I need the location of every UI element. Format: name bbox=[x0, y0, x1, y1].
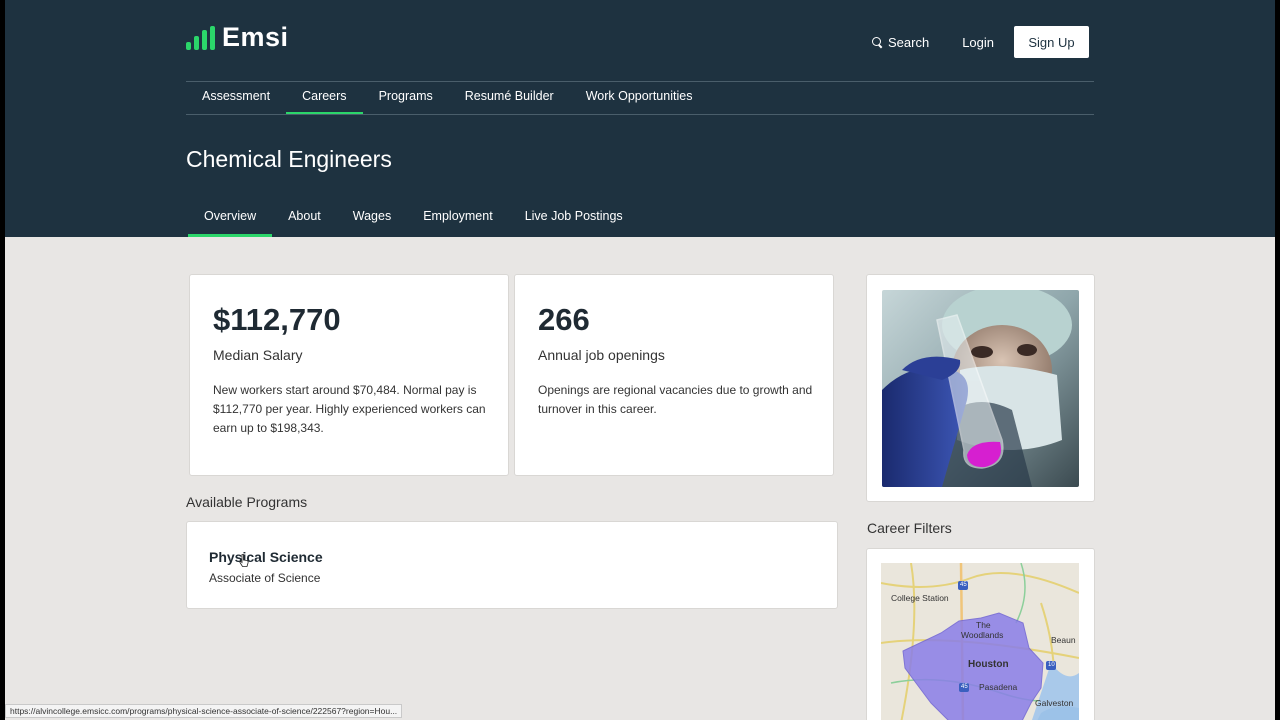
search-icon bbox=[871, 36, 884, 49]
page-title: Chemical Engineers bbox=[186, 146, 392, 172]
program-degree: Associate of Science bbox=[209, 571, 321, 585]
career-filters-heading: Career Filters bbox=[867, 520, 952, 536]
search-link[interactable]: Search bbox=[871, 35, 929, 50]
career-tabs: Overview About Wages Employment Live Job… bbox=[188, 200, 639, 237]
top-actions: Search Login Sign Up bbox=[871, 26, 1089, 58]
tab-live-job-postings[interactable]: Live Job Postings bbox=[509, 200, 639, 237]
map-label-houston: Houston bbox=[968, 659, 1009, 670]
nav-divider-bottom bbox=[186, 114, 1094, 115]
logo-text: Emsi bbox=[222, 22, 289, 52]
hand-pointer-cursor-icon bbox=[239, 554, 249, 567]
region-map-card[interactable]: College Station The Woodlands Houston Pa… bbox=[866, 548, 1095, 720]
bar-chart-icon bbox=[186, 25, 215, 50]
nav-programs[interactable]: Programs bbox=[363, 82, 449, 115]
map-label-college-station: College Station bbox=[891, 593, 949, 603]
interstate-45-south-shield: 45 bbox=[961, 684, 968, 690]
sign-up-button[interactable]: Sign Up bbox=[1014, 26, 1089, 58]
interstate-45-north-shield: 45 bbox=[960, 582, 967, 588]
map-label-the: The bbox=[976, 620, 991, 630]
main-nav: Assessment Careers Programs Resumé Build… bbox=[186, 82, 708, 115]
emsi-logo[interactable]: Emsi bbox=[186, 22, 289, 53]
map-label-beaumont: Beaun bbox=[1051, 635, 1076, 645]
map-label-galveston: Galveston bbox=[1035, 698, 1074, 708]
tab-wages[interactable]: Wages bbox=[337, 200, 407, 237]
nav-resume-builder[interactable]: Resumé Builder bbox=[449, 82, 570, 115]
job-openings-value: 266 bbox=[538, 302, 590, 337]
login-link[interactable]: Login bbox=[962, 35, 994, 50]
job-openings-label: Annual job openings bbox=[538, 347, 665, 363]
program-title-link[interactable]: Physical Science bbox=[209, 549, 323, 565]
search-label: Search bbox=[887, 34, 930, 50]
program-card[interactable]: Physical Science Associate of Science bbox=[186, 521, 838, 609]
map-label-pasadena: Pasadena bbox=[979, 682, 1018, 692]
median-salary-description: New workers start around $70,484. Normal… bbox=[213, 383, 486, 435]
median-salary-label: Median Salary bbox=[213, 347, 303, 363]
job-openings-card: 266 Annual job openings Openings are reg… bbox=[514, 274, 834, 476]
browser-viewport: Emsi Search Login Sign Up Assessment Car… bbox=[5, 0, 1275, 720]
median-salary-card: $112,770 Median Salary New workers start… bbox=[189, 274, 509, 476]
header: Emsi Search Login Sign Up Assessment Car… bbox=[5, 0, 1275, 237]
job-openings-description: Openings are regional vacancies due to g… bbox=[538, 383, 813, 416]
houston-region-map[interactable]: College Station The Woodlands Houston Pa… bbox=[881, 563, 1079, 720]
nav-assessment[interactable]: Assessment bbox=[186, 82, 286, 115]
nav-careers[interactable]: Careers bbox=[286, 82, 364, 115]
nav-work-opportunities[interactable]: Work Opportunities bbox=[570, 82, 709, 115]
tab-employment[interactable]: Employment bbox=[407, 200, 508, 237]
tab-overview[interactable]: Overview bbox=[188, 200, 273, 237]
career-image-card bbox=[866, 274, 1095, 502]
chemist-photo bbox=[882, 290, 1079, 487]
median-salary-value: $112,770 bbox=[213, 302, 341, 337]
available-programs-heading: Available Programs bbox=[186, 494, 308, 510]
map-label-woodlands: Woodlands bbox=[961, 630, 1004, 640]
status-bar-url: https://alvincollege.emsicc.com/programs… bbox=[5, 704, 403, 718]
tab-about[interactable]: About bbox=[272, 200, 337, 237]
interstate-10-shield: 10 bbox=[1048, 662, 1055, 668]
